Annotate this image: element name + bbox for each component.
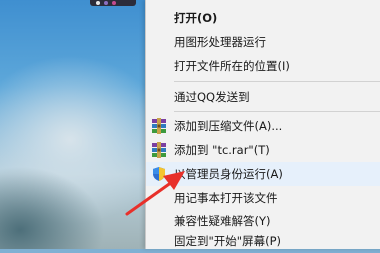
red-arrow-annotation <box>125 171 185 216</box>
